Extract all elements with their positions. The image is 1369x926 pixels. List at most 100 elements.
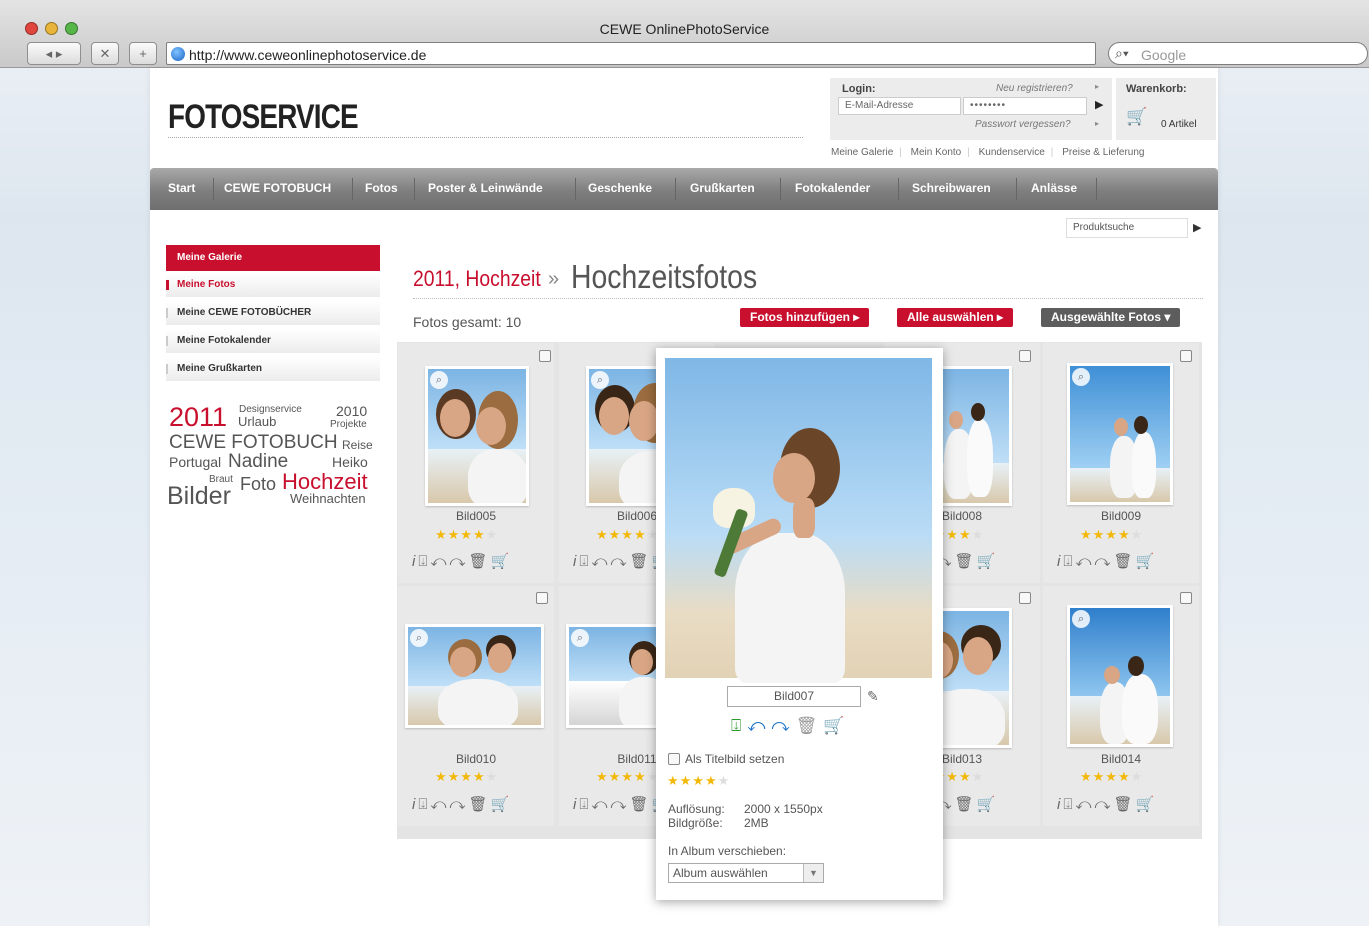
select-checkbox[interactable] — [1180, 350, 1192, 362]
photo-thumbnail[interactable]: ⌕ — [425, 366, 529, 506]
set-title-image-option[interactable]: Als Titelbild setzen — [668, 752, 784, 766]
password-field[interactable]: •••••••• — [963, 97, 1087, 115]
product-search-arrow-icon[interactable]: ▶ — [1193, 221, 1201, 234]
rating-stars[interactable]: ★★★★★ — [435, 527, 498, 543]
add-to-cart-icon[interactable]: 🛒 — [977, 796, 999, 813]
forgot-password-link[interactable]: Passwort vergessen? — [975, 119, 1071, 130]
stop-button[interactable]: ✕ — [91, 42, 119, 65]
nav-grusskarten[interactable]: Grußkarten — [690, 181, 755, 195]
back-forward-buttons[interactable]: ◂ ▸ — [27, 42, 81, 65]
chevron-down-icon[interactable]: ▼ — [803, 864, 823, 882]
register-link[interactable]: Neu registrieren? — [996, 83, 1073, 94]
rating-stars[interactable]: ★★★★★ — [1080, 527, 1143, 543]
tag-nadine[interactable]: Nadine — [228, 452, 288, 471]
nav-anlaesse[interactable]: Anlässe — [1031, 181, 1077, 195]
select-all-button[interactable]: Alle auswählen ▸ — [897, 308, 1014, 327]
sidebar-item-grusskarten[interactable]: Meine Grußkarten — [166, 357, 380, 381]
cart-icon[interactable]: 🛒 — [1126, 107, 1147, 127]
photo-thumbnail[interactable]: ⌕ — [1067, 363, 1173, 505]
nav-fotokalender[interactable]: Fotokalender — [795, 181, 870, 195]
rotate-right-icon[interactable]: ↷ — [449, 796, 468, 813]
rotate-right-icon[interactable]: ↷ — [1094, 796, 1113, 813]
nav-poster-leinwaende[interactable]: Poster & Leinwände — [428, 181, 543, 195]
rotate-right-icon[interactable]: ↷ — [1094, 553, 1113, 570]
zoom-icon[interactable]: ⌕ — [571, 629, 589, 647]
tag-urlaub[interactable]: Urlaub — [238, 415, 276, 428]
site-logo[interactable]: FOTOSERVICE — [168, 98, 359, 137]
rotate-left-icon[interactable]: ↶ — [1075, 553, 1094, 570]
browser-search-field[interactable]: ⌕▾ Google — [1108, 42, 1368, 65]
login-submit-arrow-icon[interactable]: ▶ — [1095, 98, 1103, 111]
zoom-icon[interactable]: ⌕ — [410, 629, 428, 647]
trash-icon[interactable]: 🗑 — [1113, 553, 1135, 570]
link-preise-lieferung[interactable]: Preise & Lieferung — [1062, 147, 1144, 158]
tag-portugal[interactable]: Portugal — [169, 455, 221, 469]
rating-stars[interactable]: ★★★★★ — [1080, 769, 1143, 785]
download-icon[interactable]: ⍗ — [579, 553, 591, 570]
sidebar-item-meine-fotos[interactable]: Meine Fotos — [166, 273, 380, 297]
add-to-cart-icon[interactable]: 🛒 — [823, 716, 850, 735]
download-icon[interactable]: ⍗ — [418, 553, 430, 570]
photo-name-field[interactable]: Bild007 — [727, 686, 861, 707]
trash-icon[interactable]: 🗑 — [954, 553, 976, 570]
add-to-cart-icon[interactable]: 🛒 — [1136, 796, 1158, 813]
tag-projekte[interactable]: Projekte — [330, 420, 367, 430]
album-select[interactable]: Album auswählen ▼ — [668, 863, 824, 883]
nav-cewe-fotobuch[interactable]: CEWE FOTOBUCH — [224, 181, 331, 195]
nav-fotos[interactable]: Fotos — [365, 181, 398, 195]
tag-cewe-fotobuch[interactable]: CEWE FOTOBUCH — [169, 433, 338, 452]
rotate-right-icon[interactable]: ↷ — [771, 716, 795, 735]
sidebar-item-fotobuecher[interactable]: Meine CEWE FOTOBÜCHER — [166, 301, 380, 325]
zoom-icon[interactable]: ⌕ — [591, 371, 609, 389]
trash-icon[interactable]: 🗑 — [629, 553, 651, 570]
cart-box[interactable]: Warenkorb: 🛒 0 Artikel — [1116, 78, 1216, 140]
download-icon[interactable]: ⍗ — [1063, 796, 1075, 813]
download-icon[interactable]: ⍗ — [731, 716, 747, 735]
photo-thumbnail[interactable]: ⌕ — [1067, 605, 1173, 747]
add-to-cart-icon[interactable]: 🛒 — [977, 553, 999, 570]
url-bar[interactable]: http://www.ceweonlinephotoservice.de — [166, 42, 1096, 65]
sidebar-item-meine-galerie[interactable]: Meine Galerie — [166, 245, 380, 271]
trash-icon[interactable]: 🗑 — [629, 796, 651, 813]
forward-arrow-icon[interactable]: ▸ — [56, 46, 63, 61]
new-tab-button[interactable]: + — [129, 42, 157, 65]
tag-reise[interactable]: Reise — [342, 439, 373, 451]
rating-stars[interactable]: ★★★★★ — [596, 769, 659, 785]
download-icon[interactable]: ⍗ — [1063, 553, 1075, 570]
nav-geschenke[interactable]: Geschenke — [588, 181, 652, 195]
zoom-icon[interactable]: ⌕ — [1072, 610, 1090, 628]
rotate-right-icon[interactable]: ↷ — [449, 553, 468, 570]
photo-thumbnail[interactable]: ⌕ — [405, 624, 544, 728]
rotate-left-icon[interactable]: ↶ — [430, 796, 449, 813]
link-kundenservice[interactable]: Kundenservice — [979, 147, 1045, 158]
zoom-icon[interactable]: ⌕ — [430, 371, 448, 389]
trash-icon[interactable]: 🗑 — [468, 553, 490, 570]
breadcrumb-album[interactable]: 2011, Hochzeit — [413, 266, 541, 292]
trash-icon[interactable]: 🗑 — [1113, 796, 1135, 813]
set-title-checkbox[interactable] — [668, 753, 680, 765]
selected-photos-dropdown[interactable]: Ausgewählte Fotos ▾ — [1041, 308, 1181, 327]
url-text[interactable]: http://www.ceweonlinephotoservice.de — [189, 47, 426, 63]
rotate-right-icon[interactable]: ↷ — [610, 553, 629, 570]
popup-photo[interactable] — [665, 358, 932, 683]
tag-hochzeit[interactable]: Hochzeit — [282, 471, 368, 493]
tag-2011[interactable]: 2011 — [169, 404, 227, 431]
add-to-cart-icon[interactable]: 🛒 — [491, 796, 513, 813]
select-checkbox[interactable] — [1180, 592, 1192, 604]
product-search-input[interactable]: Produktsuche — [1066, 218, 1188, 238]
select-checkbox[interactable] — [539, 350, 551, 362]
sidebar-item-fotokalender[interactable]: Meine Fotokalender — [166, 329, 380, 353]
select-checkbox[interactable] — [1019, 592, 1031, 604]
download-icon[interactable]: ⍗ — [418, 796, 430, 813]
rotate-left-icon[interactable]: ↶ — [1075, 796, 1094, 813]
tag-bilder[interactable]: Bilder — [167, 484, 231, 509]
tag-weihnachten[interactable]: Weihnachten — [290, 492, 366, 505]
rating-stars[interactable]: ★★★★★ — [596, 527, 659, 543]
rotate-left-icon[interactable]: ↶ — [591, 796, 610, 813]
tag-foto[interactable]: Foto — [240, 475, 276, 493]
trash-icon[interactable]: 🗑 — [796, 716, 824, 735]
link-mein-konto[interactable]: Mein Konto — [911, 147, 962, 158]
rotate-left-icon[interactable]: ↶ — [430, 553, 449, 570]
add-to-cart-icon[interactable]: 🛒 — [1136, 553, 1158, 570]
rotate-left-icon[interactable]: ↶ — [747, 716, 771, 735]
